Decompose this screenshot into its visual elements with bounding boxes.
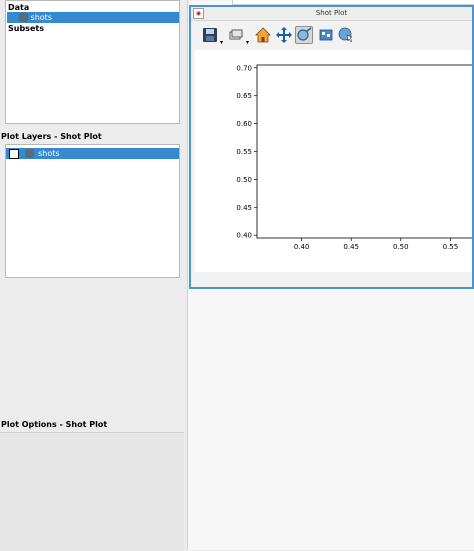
y-tick-label: 0.45 xyxy=(236,204,252,212)
plot-layers-list[interactable]: ✓ shots xyxy=(5,144,180,278)
home-icon[interactable] xyxy=(254,26,272,44)
data-item-shots[interactable]: shots xyxy=(7,12,179,23)
subset-dropdown-arrow-icon[interactable]: ▾ xyxy=(246,39,249,46)
zoom-icon[interactable] xyxy=(295,26,313,44)
layer-visible-checkbox[interactable]: ✓ xyxy=(9,148,19,159)
pan-icon[interactable] xyxy=(275,26,293,44)
select-icon[interactable] xyxy=(337,26,355,44)
x-tick-label: 0.45 xyxy=(343,243,359,251)
dataset-color-swatch xyxy=(19,13,28,22)
y-tick-label: 0.40 xyxy=(236,232,252,240)
x-tick-label: 0.40 xyxy=(294,243,310,251)
save-dropdown-arrow-icon[interactable]: ▾ xyxy=(220,39,223,46)
window-menu-icon[interactable]: ◉ xyxy=(193,8,204,19)
y-tick-label: 0.55 xyxy=(236,148,252,156)
window-title: Shot Plot xyxy=(315,9,348,17)
export-icon[interactable] xyxy=(317,26,335,44)
x-tick-label: 0.55 xyxy=(443,243,459,251)
save-icon[interactable] xyxy=(201,26,219,44)
layer-color-swatch xyxy=(24,149,34,158)
plot-options-heading: Plot Options - Shot Plot xyxy=(1,420,108,429)
scatter-chart[interactable]: 0.40 0.45 0.50 0.55 0.60 0.65 0.70 0.40 0.45 0.50… xyxy=(195,50,474,272)
y-tick-label: 0.60 xyxy=(236,120,252,128)
data-item-label: shots xyxy=(30,13,52,22)
subset-mode-icon[interactable] xyxy=(227,26,245,44)
data-list-panel[interactable]: Data shots Subsets xyxy=(5,0,180,124)
plot-options-panel xyxy=(0,432,184,551)
plot-canvas[interactable]: 0.40 0.45 0.50 0.55 0.60 0.65 0.70 0.40 0.45 0.50… xyxy=(195,50,474,272)
window-titlebar[interactable]: Shot Plot xyxy=(191,7,472,21)
plot-layers-heading: Plot Layers - Shot Plot xyxy=(1,132,102,141)
layer-item-shots[interactable]: ✓ shots xyxy=(6,148,179,159)
x-tick-label: 0.50 xyxy=(393,243,409,251)
axes-frame xyxy=(256,64,474,239)
plot-toolbar: ▾ ▾ xyxy=(191,22,472,50)
y-tick-label: 0.65 xyxy=(236,92,252,100)
subsets-heading: Subsets xyxy=(8,24,44,33)
y-tick-label: 0.50 xyxy=(236,176,252,184)
shot-plot-window[interactable]: Shot Plot ◉ ▾ ▾ 0.40 0.45 0.50 0.55 0.60… xyxy=(189,5,474,289)
y-tick-label: 0.70 xyxy=(236,64,252,72)
layer-item-label: shots xyxy=(38,149,60,158)
data-heading: Data xyxy=(8,3,30,12)
